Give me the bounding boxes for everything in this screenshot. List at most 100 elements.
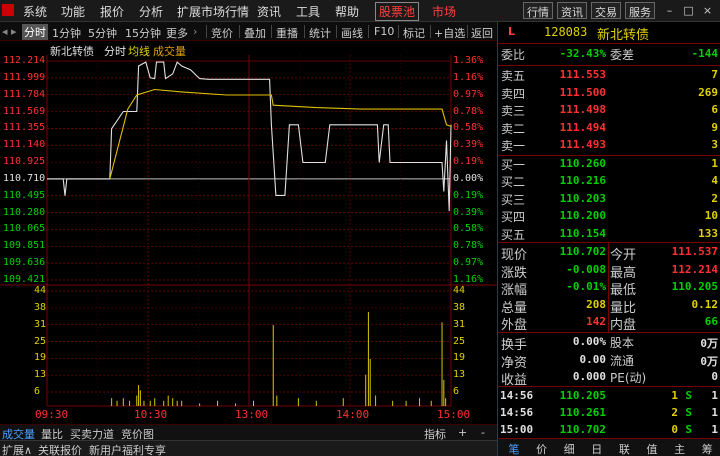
- draw-line-button[interactable]: 画线: [341, 25, 363, 41]
- percent-axis-label: 1.16%: [453, 71, 484, 83]
- ask-row[interactable]: 卖四 111.500 269: [498, 85, 720, 103]
- chart-subtitle: 分时: [104, 45, 126, 58]
- stat-divider: [608, 243, 609, 332]
- add-watchlist-button[interactable]: +自选: [434, 25, 465, 41]
- tick-price: 110.205: [559, 389, 606, 402]
- chevron-right-icon[interactable]: ▸: [11, 25, 17, 38]
- panel-tab[interactable]: 价: [531, 441, 553, 456]
- stat-value: 110.205: [671, 280, 718, 294]
- close-icon[interactable]: ×: [700, 3, 715, 18]
- tab-more[interactable]: 更多: [166, 25, 188, 41]
- tool-trade-button[interactable]: 交易: [591, 2, 621, 19]
- order-level-price: 111.553: [559, 68, 606, 81]
- ask-row[interactable]: 卖一 111.493 3: [498, 137, 720, 155]
- tab-15min[interactable]: 15分钟: [125, 25, 161, 41]
- percent-axis-label: 0.58%: [453, 223, 484, 235]
- volume-axis-label: 19: [34, 352, 47, 364]
- menu-market[interactable]: 市场: [432, 3, 456, 20]
- panel-tab[interactable]: 主: [669, 441, 691, 456]
- panel-tab[interactable]: 笔: [503, 441, 525, 456]
- bid-row[interactable]: 买四 110.200 10: [498, 208, 720, 226]
- app-logo-icon[interactable]: [2, 4, 14, 16]
- chevron-right-icon[interactable]: ›: [193, 25, 197, 38]
- volume-axis-label: 38: [453, 301, 466, 313]
- panel-tabs: 笔价细日联值主筹: [498, 439, 720, 456]
- menu-function[interactable]: 功能: [61, 3, 85, 20]
- panel-tab[interactable]: 联: [613, 441, 635, 456]
- bid-row[interactable]: 买一 110.260 1: [498, 156, 720, 174]
- overlay-button[interactable]: 叠加: [244, 25, 266, 41]
- order-level-price: 110.200: [559, 209, 606, 223]
- panel-tab[interactable]: 筹: [696, 441, 718, 456]
- f10-button[interactable]: F10: [374, 25, 394, 38]
- expand-button[interactable]: 扩展∧: [2, 442, 32, 456]
- order-level-label: 卖五: [501, 69, 526, 83]
- menu-quote[interactable]: 报价: [100, 3, 124, 20]
- panel-tab[interactable]: 值: [641, 441, 663, 456]
- tool-quote-button[interactable]: 行情: [523, 2, 553, 19]
- price-axis-label: 109.851: [3, 240, 46, 252]
- volume-axis-label: 25: [453, 335, 466, 347]
- replay-button[interactable]: 重播: [276, 25, 298, 41]
- bid-row[interactable]: 买二 110.216 4: [498, 173, 720, 191]
- menu-system[interactable]: 系统: [23, 3, 47, 20]
- chevron-left-icon[interactable]: ◂: [2, 25, 8, 38]
- stats-button[interactable]: 统计: [309, 25, 331, 41]
- volume-axis-label: 6: [453, 386, 460, 397]
- panel-tab[interactable]: 日: [586, 441, 608, 456]
- bid-row[interactable]: 买三 110.203 2: [498, 191, 720, 209]
- order-level-label: 卖二: [501, 121, 526, 136]
- indicator-tabs: 成交量 量比 买卖力道 竞价图 指标 + -: [0, 424, 497, 441]
- stat-label: 最低: [610, 283, 637, 299]
- price-axis-label: 111.784: [3, 88, 46, 100]
- fundamental-row: 换手 0.00% 股本 0万: [498, 334, 720, 353]
- menu-analysis[interactable]: 分析: [139, 3, 163, 20]
- menu-news[interactable]: 资讯: [257, 3, 281, 20]
- panel-tab[interactable]: 细: [558, 441, 580, 456]
- tick-price: 110.261: [559, 406, 606, 419]
- order-level-label: 买二: [501, 175, 526, 190]
- menu-help[interactable]: 帮助: [335, 3, 359, 20]
- zoom-in-button[interactable]: +: [458, 426, 467, 439]
- intraday-chart[interactable]: 新北转债 分时 均线 成交量 112.214 111.999 111.784 111.…: [0, 41, 497, 424]
- maximize-icon[interactable]: □: [681, 3, 696, 18]
- stat-label: 换手: [501, 338, 528, 353]
- back-button[interactable]: 返回: [471, 25, 493, 41]
- mark-button[interactable]: 标记: [403, 25, 425, 41]
- price-axis-label: 110.065: [3, 223, 46, 235]
- order-level-volume: 269: [698, 85, 718, 99]
- order-ratio-value: -32.43%: [559, 47, 606, 60]
- auction-button[interactable]: 竞价: [211, 25, 233, 41]
- tab-intraday[interactable]: 分时: [22, 24, 48, 40]
- bid-row[interactable]: 买五 110.154 133: [498, 226, 720, 244]
- tool-news-button[interactable]: 资讯: [557, 2, 587, 19]
- tick-count: 1: [711, 406, 718, 419]
- menu-ext-market[interactable]: 扩展市场行情: [177, 3, 249, 20]
- zoom-out-button[interactable]: -: [481, 426, 485, 439]
- average-line: [109, 88, 452, 180]
- tick-side: S: [685, 423, 692, 436]
- tick-row[interactable]: 14:56 110.205 1 S 1: [498, 388, 720, 406]
- order-level-volume: 10: [704, 209, 718, 223]
- new-user-benefit-link[interactable]: 新用户福利专享: [89, 442, 166, 456]
- tab-1min[interactable]: 1分钟: [52, 25, 81, 41]
- menu-tools[interactable]: 工具: [296, 3, 320, 20]
- ask-row[interactable]: 卖三 111.498 6: [498, 102, 720, 120]
- ask-row[interactable]: 卖五 111.553 7: [498, 67, 720, 85]
- order-level-volume: 9: [711, 120, 718, 134]
- related-quotes-link[interactable]: 关联报价: [38, 442, 82, 456]
- fundamental-row: 收益 0.000 PE(动) 0: [498, 369, 720, 388]
- percent-axis-label: 0.58%: [453, 122, 484, 134]
- price-axis-label: 109.421: [3, 274, 46, 285]
- tab-5min[interactable]: 5分钟: [88, 25, 117, 41]
- order-level-volume: 3: [711, 138, 718, 152]
- volume-axis-label: 19: [453, 352, 466, 364]
- stat-value: 110.702: [559, 245, 606, 258]
- minimize-icon[interactable]: –: [662, 3, 677, 18]
- menu-stock-pool[interactable]: 股票池: [375, 2, 420, 21]
- order-level-volume: 6: [711, 103, 718, 117]
- ask-row[interactable]: 卖二 111.494 9: [498, 120, 720, 138]
- tick-row[interactable]: 14:56 110.261 2 S 1: [498, 405, 720, 423]
- tool-service-button[interactable]: 服务: [625, 2, 655, 19]
- order-diff-value: -144: [691, 47, 719, 60]
